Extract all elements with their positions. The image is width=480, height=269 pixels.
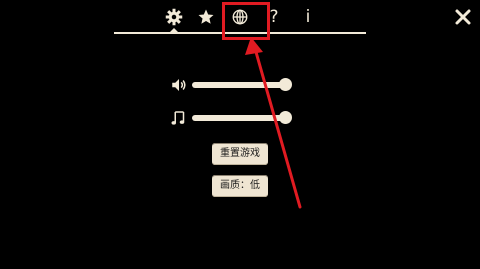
- annotation-arrow: [245, 37, 302, 209]
